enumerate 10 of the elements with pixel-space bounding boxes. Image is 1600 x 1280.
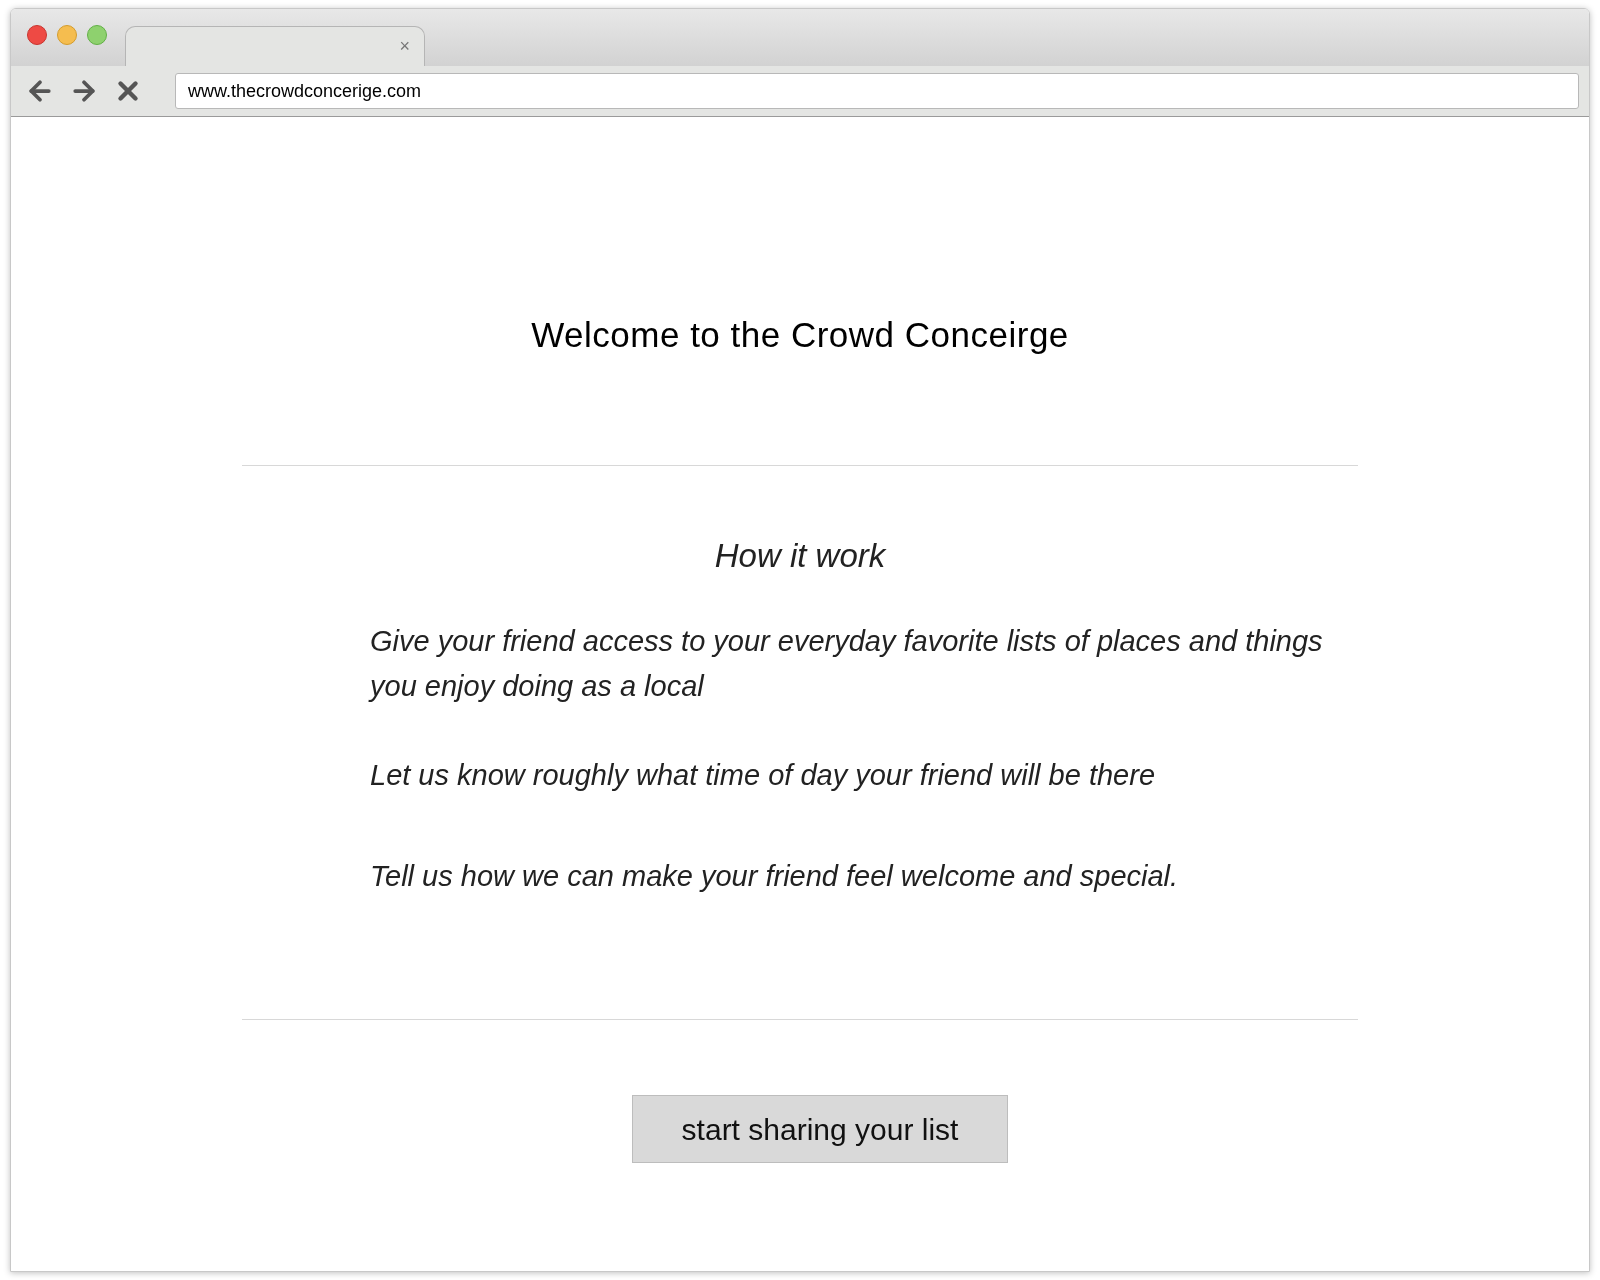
address-bar[interactable]: www.thecrowdconcerige.com — [175, 73, 1579, 109]
step-text: Tell us how we can make your friend feel welcome and special. — [370, 859, 1180, 894]
start-sharing-button[interactable]: start sharing your list — [632, 1095, 1008, 1163]
page-heading: Welcome to the Crowd Conceirge — [531, 315, 1069, 355]
close-window-icon[interactable] — [27, 24, 47, 45]
browser-tab[interactable]: × — [125, 26, 425, 66]
step-text: Let us know roughly what time of day your friend will be there — [370, 758, 1156, 793]
tab-close-button[interactable]: × — [399, 33, 410, 60]
section-title: How it work — [714, 536, 886, 576]
step-text: Give your friend access to your everyday favorite lists of places and things you enjoy doing as a local — [370, 624, 1324, 704]
